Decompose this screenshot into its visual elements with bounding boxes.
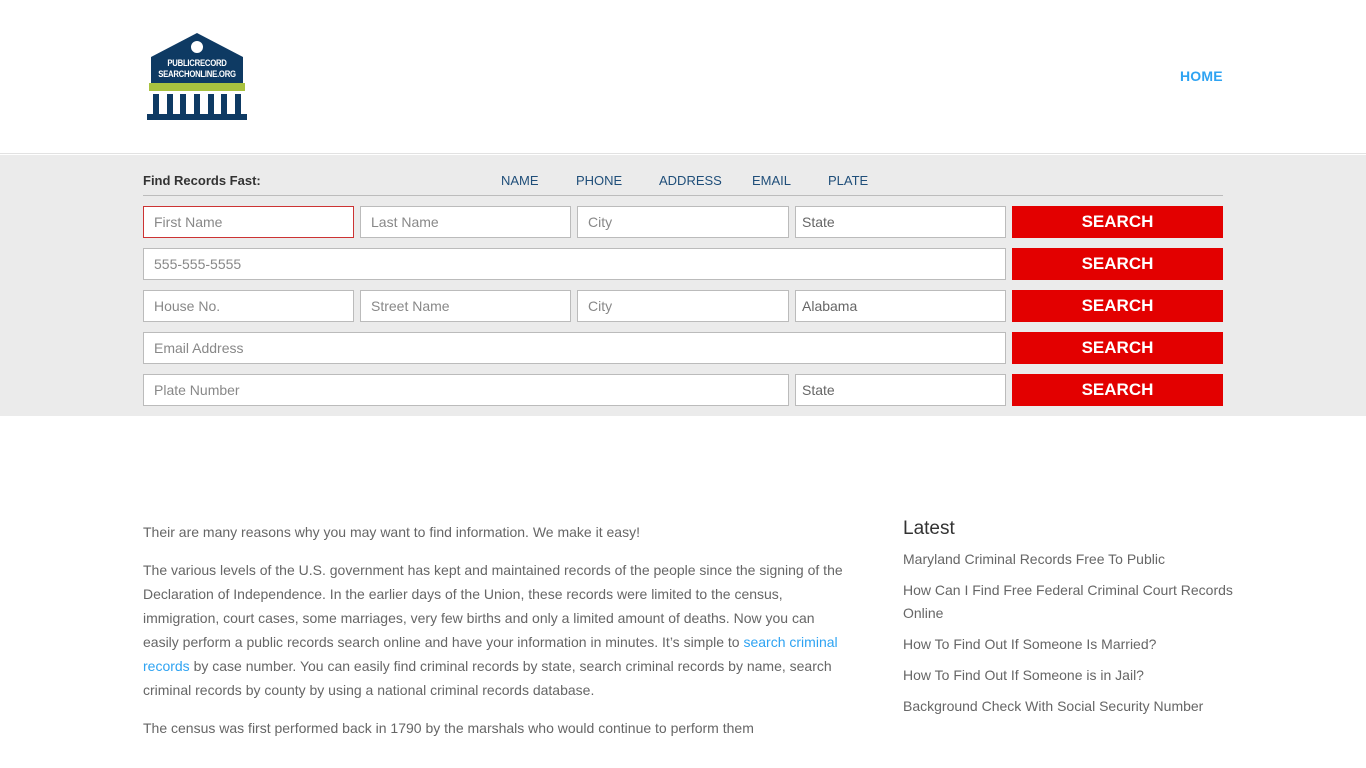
main-content: Their are many reasons why you may want … bbox=[143, 520, 843, 754]
latest-posts-list: Maryland Criminal Records Free To Public… bbox=[903, 548, 1233, 718]
site-header: PUBLICRECORD SEARCHONLINE.ORG HOME bbox=[0, 0, 1366, 154]
logo-column bbox=[153, 94, 159, 114]
list-item: Background Check With Social Security Nu… bbox=[903, 695, 1233, 718]
plate-number-input[interactable] bbox=[143, 374, 789, 406]
list-item: How Can I Find Free Federal Criminal Cou… bbox=[903, 579, 1233, 625]
latest-post-link[interactable]: How To Find Out If Someone Is Married? bbox=[903, 636, 1156, 652]
tab-phone[interactable]: PHONE bbox=[576, 173, 622, 188]
logo-column bbox=[221, 94, 228, 114]
logo-column bbox=[193, 94, 200, 114]
logo-column bbox=[166, 94, 173, 114]
plate-search-button[interactable]: SEARCH bbox=[1012, 374, 1223, 406]
logo-base bbox=[147, 114, 247, 120]
logo-column bbox=[207, 94, 214, 114]
list-item: How To Find Out If Someone Is Married? bbox=[903, 633, 1233, 656]
records-text-before-link: The various levels of the U.S. governmen… bbox=[143, 562, 843, 650]
records-paragraph: The various levels of the U.S. governmen… bbox=[143, 558, 843, 702]
email-search-button[interactable]: SEARCH bbox=[1012, 332, 1223, 364]
name-search-button[interactable]: SEARCH bbox=[1012, 206, 1223, 238]
email-input[interactable] bbox=[143, 332, 1006, 364]
tab-name[interactable]: NAME bbox=[501, 173, 539, 188]
nav-home-link[interactable]: HOME bbox=[1180, 68, 1223, 84]
site-logo[interactable]: PUBLICRECORD SEARCHONLINE.ORG bbox=[147, 33, 247, 121]
search-tabs: NAME PHONE ADDRESS EMAIL PLATE bbox=[143, 172, 1223, 196]
logo-green-stripe bbox=[149, 83, 245, 91]
name-city-input[interactable] bbox=[577, 206, 789, 238]
tab-address[interactable]: ADDRESS bbox=[659, 173, 722, 188]
tab-email[interactable]: EMAIL bbox=[752, 173, 791, 188]
records-text-after-link: by case number. You can easily find crim… bbox=[143, 658, 832, 698]
street-name-input[interactable] bbox=[360, 290, 571, 322]
census-paragraph: The census was first performed back in 1… bbox=[143, 720, 754, 736]
phone-search-button[interactable]: SEARCH bbox=[1012, 248, 1223, 280]
find-records-label: Find Records Fast: bbox=[143, 173, 261, 188]
sidebar-heading: Latest bbox=[903, 518, 955, 539]
address-search-button[interactable]: SEARCH bbox=[1012, 290, 1223, 322]
intro-paragraph: Their are many reasons why you may want … bbox=[143, 524, 640, 540]
logo-text-line2: SEARCHONLINE.ORG bbox=[158, 69, 236, 79]
logo-text: PUBLICRECORD SEARCHONLINE.ORG bbox=[157, 58, 236, 80]
search-panel: NAME PHONE ADDRESS EMAIL PLATE Find Reco… bbox=[0, 155, 1366, 416]
plate-state-select[interactable]: State bbox=[795, 374, 1006, 406]
list-item: Maryland Criminal Records Free To Public bbox=[903, 548, 1233, 571]
address-city-input[interactable] bbox=[577, 290, 789, 322]
house-number-input[interactable] bbox=[143, 290, 354, 322]
first-name-input[interactable] bbox=[143, 206, 354, 238]
logo-column bbox=[180, 94, 187, 114]
tab-plate[interactable]: PLATE bbox=[828, 173, 868, 188]
latest-post-link[interactable]: How To Find Out If Someone is in Jail? bbox=[903, 667, 1144, 683]
latest-sidebar: Latest Maryland Criminal Records Free To… bbox=[903, 518, 1233, 726]
logo-dome bbox=[189, 39, 205, 55]
logo-text-line1: PUBLICRECORD bbox=[167, 58, 227, 68]
last-name-input[interactable] bbox=[360, 206, 571, 238]
latest-post-link[interactable]: Background Check With Social Security Nu… bbox=[903, 698, 1203, 714]
logo-column bbox=[234, 94, 241, 114]
list-item: How To Find Out If Someone is in Jail? bbox=[903, 664, 1233, 687]
phone-input[interactable] bbox=[143, 248, 1006, 280]
logo-columns bbox=[153, 94, 241, 114]
latest-post-link[interactable]: How Can I Find Free Federal Criminal Cou… bbox=[903, 582, 1233, 621]
address-state-select[interactable]: Alabama bbox=[795, 290, 1006, 322]
latest-post-link[interactable]: Maryland Criminal Records Free To Public bbox=[903, 551, 1165, 567]
name-state-select[interactable]: State bbox=[795, 206, 1006, 238]
